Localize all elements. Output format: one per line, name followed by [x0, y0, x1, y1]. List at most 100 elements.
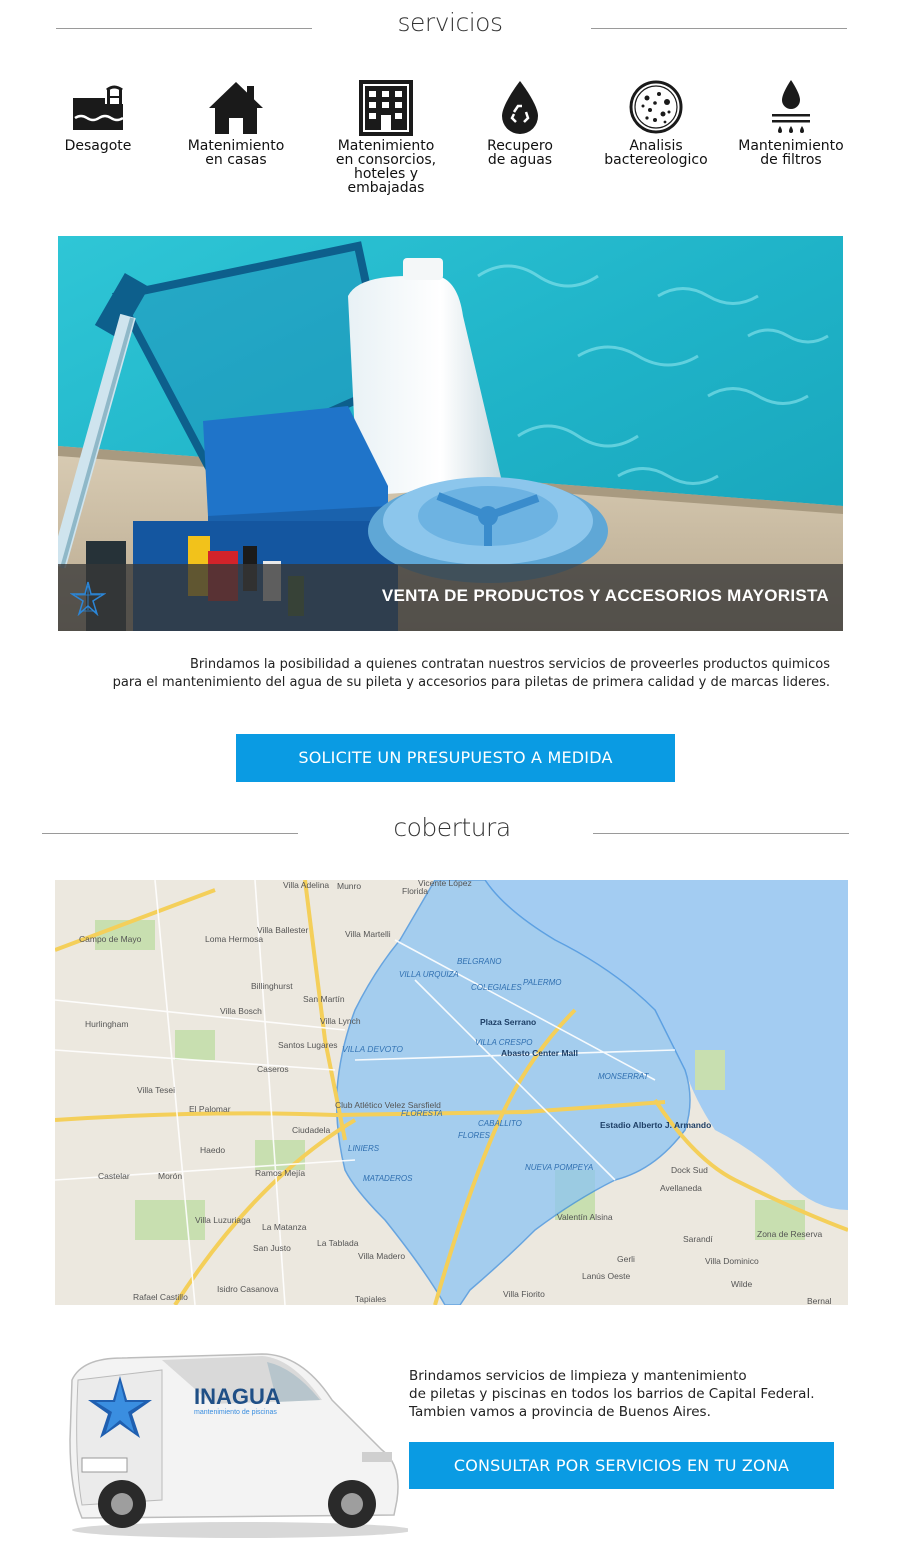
- service-label: de aguas: [487, 152, 553, 168]
- map-label: Santos Lugares: [278, 1040, 338, 1050]
- services-list: Desagote Matenimiento en casas Matenimie…: [40, 78, 870, 208]
- map-label: LINIERS: [348, 1144, 380, 1153]
- map-label: Caseros: [257, 1064, 289, 1074]
- request-quote-button[interactable]: SOLICITE UN PRESUPUESTO A MEDIDA: [236, 734, 675, 782]
- map-label: Villa Bosch: [220, 1006, 262, 1016]
- map-label: Munro: [337, 881, 361, 891]
- divider: [593, 833, 849, 834]
- products-hero-image: VENTA DE PRODUCTOS Y ACCESORIOS MAYORIST…: [58, 236, 843, 631]
- map-label: FLORESTA: [401, 1109, 443, 1118]
- house-icon: [209, 82, 263, 134]
- van-brand-text: INAGUA: [194, 1384, 281, 1409]
- map-label: Avellaneda: [660, 1183, 702, 1193]
- coverage-description: Brindamos servicios de limpieza y manten…: [409, 1367, 849, 1421]
- filter-drop-icon: [772, 80, 810, 133]
- coverage-text-line: de piletas y piscinas en todos los barri…: [409, 1386, 815, 1402]
- service-label: Analisis: [629, 138, 683, 154]
- coverage-text-line: Tambien vamos a provincia de Buenos Aire…: [409, 1404, 711, 1420]
- map-label: Villa Lynch: [320, 1016, 361, 1026]
- service-label: Mantenimiento: [738, 138, 844, 154]
- map-label: MATADEROS: [363, 1174, 413, 1183]
- service-filtros[interactable]: Mantenimiento de filtros: [731, 78, 851, 167]
- service-casas[interactable]: Matenimiento en casas: [176, 78, 296, 167]
- service-label: en consorcios,: [335, 152, 437, 168]
- coverage-map[interactable]: Florida Vicente López Villa Adelina Munr…: [55, 880, 848, 1305]
- pool-drain-icon: [73, 85, 124, 130]
- map-label: Abasto Center Mall: [501, 1048, 578, 1058]
- van-illustration: INAGUA mantenimiento de piscinas: [69, 1353, 412, 1538]
- map-label: El Palomar: [189, 1104, 231, 1114]
- service-analisis[interactable]: Analisis bactereologico: [596, 78, 716, 167]
- bacteria-dish-icon: [629, 80, 683, 134]
- map-label: Vicente López: [418, 880, 472, 888]
- map-label: La Matanza: [262, 1222, 307, 1232]
- map-label: Bernal: [807, 1296, 832, 1305]
- map-label: MONSERRAT: [598, 1072, 650, 1081]
- service-label: bactereologico: [604, 152, 708, 168]
- products-text-line: para el mantenimiento del agua de su pil…: [112, 675, 830, 690]
- map-label: Isidro Casanova: [217, 1284, 279, 1294]
- service-label: de filtros: [760, 152, 822, 168]
- starfish-icon: [70, 581, 106, 616]
- map-label: Villa Madero: [358, 1251, 405, 1261]
- divider: [591, 28, 847, 29]
- products-text-line: Brindamos la posibilidad a quienes contr…: [190, 657, 830, 672]
- map-label: Wilde: [731, 1279, 753, 1289]
- map-label: Tapiales: [355, 1294, 386, 1304]
- map-label: Villa Fiorito: [503, 1289, 545, 1299]
- services-title: servicios: [397, 8, 503, 37]
- coverage-text-line: Brindamos servicios de limpieza y manten…: [409, 1368, 747, 1384]
- map-label: COLEGIALES: [471, 983, 522, 992]
- map-label: Zona de Reserva: [757, 1229, 822, 1239]
- map-label: San Justo: [253, 1243, 291, 1253]
- map-label: Sarandí: [683, 1234, 713, 1244]
- map-label: La Tablada: [317, 1238, 359, 1248]
- recycle-drop-icon: [502, 81, 538, 134]
- map-label: Castelar: [98, 1171, 130, 1181]
- map-label: Estadio Alberto J. Armando: [600, 1120, 711, 1130]
- map-label: CABALLITO: [478, 1119, 522, 1128]
- map-label: Morón: [158, 1171, 182, 1181]
- map-label: PALERMO: [523, 978, 562, 987]
- map-label: Campo de Mayo: [79, 934, 142, 944]
- map-label: BELGRANO: [457, 957, 501, 966]
- map-label: Villa Dominico: [705, 1256, 759, 1266]
- map-label: Loma Hermosa: [205, 934, 263, 944]
- services-header: servicios: [0, 8, 900, 48]
- coverage-header: cobertura: [0, 813, 900, 853]
- map-label: VILLA URQUIZA: [399, 970, 459, 979]
- map-label: Lanús Oeste: [582, 1271, 630, 1281]
- map-label: Villa Adelina: [283, 880, 329, 890]
- service-recupero[interactable]: Recupero de aguas: [460, 78, 580, 167]
- service-label: Matenimiento: [337, 138, 435, 154]
- check-zone-button[interactable]: CONSULTAR POR SERVICIOS EN TU ZONA: [409, 1442, 834, 1489]
- service-label: en casas: [205, 152, 267, 168]
- map-canvas: Florida Vicente López Villa Adelina Munr…: [55, 880, 848, 1305]
- service-label: Matenimiento: [187, 138, 285, 154]
- map-label: Ciudadela: [292, 1125, 331, 1135]
- map-label: Plaza Serrano: [480, 1017, 536, 1027]
- map-label: NUEVA POMPEYA: [525, 1163, 593, 1172]
- coverage-title: cobertura: [393, 813, 511, 842]
- service-desagote[interactable]: Desagote: [38, 78, 158, 153]
- map-label: Dock Sud: [671, 1165, 708, 1175]
- map-label: Villa Luzuriaga: [195, 1215, 251, 1225]
- service-consorcios[interactable]: Matenimiento en consorcios, hoteles y em…: [326, 78, 446, 195]
- service-label: Recupero: [487, 138, 553, 154]
- company-van-image: INAGUA mantenimiento de piscinas: [62, 1340, 412, 1540]
- map-label: Villa Martelli: [345, 929, 391, 939]
- map-label: FLORES: [458, 1131, 491, 1140]
- building-icon: [359, 80, 413, 136]
- map-label: Ramos Mejía: [255, 1168, 305, 1178]
- map-label: Haedo: [200, 1145, 225, 1155]
- products-description: Brindamos la posibilidad a quienes contr…: [60, 656, 830, 692]
- service-label: embajadas: [347, 180, 425, 196]
- map-label: VILLA CRESPO: [475, 1038, 533, 1047]
- hero-caption-bar: VENTA DE PRODUCTOS Y ACCESORIOS MAYORIST…: [58, 564, 843, 631]
- van-tagline-text: mantenimiento de piscinas: [194, 1409, 277, 1416]
- map-label: Gerli: [617, 1254, 635, 1264]
- map-label: Villa Ballester: [257, 925, 309, 935]
- map-label: Rafael Castillo: [133, 1292, 188, 1302]
- service-label: hoteles y: [353, 166, 419, 182]
- map-label: Valentín Alsina: [557, 1212, 613, 1222]
